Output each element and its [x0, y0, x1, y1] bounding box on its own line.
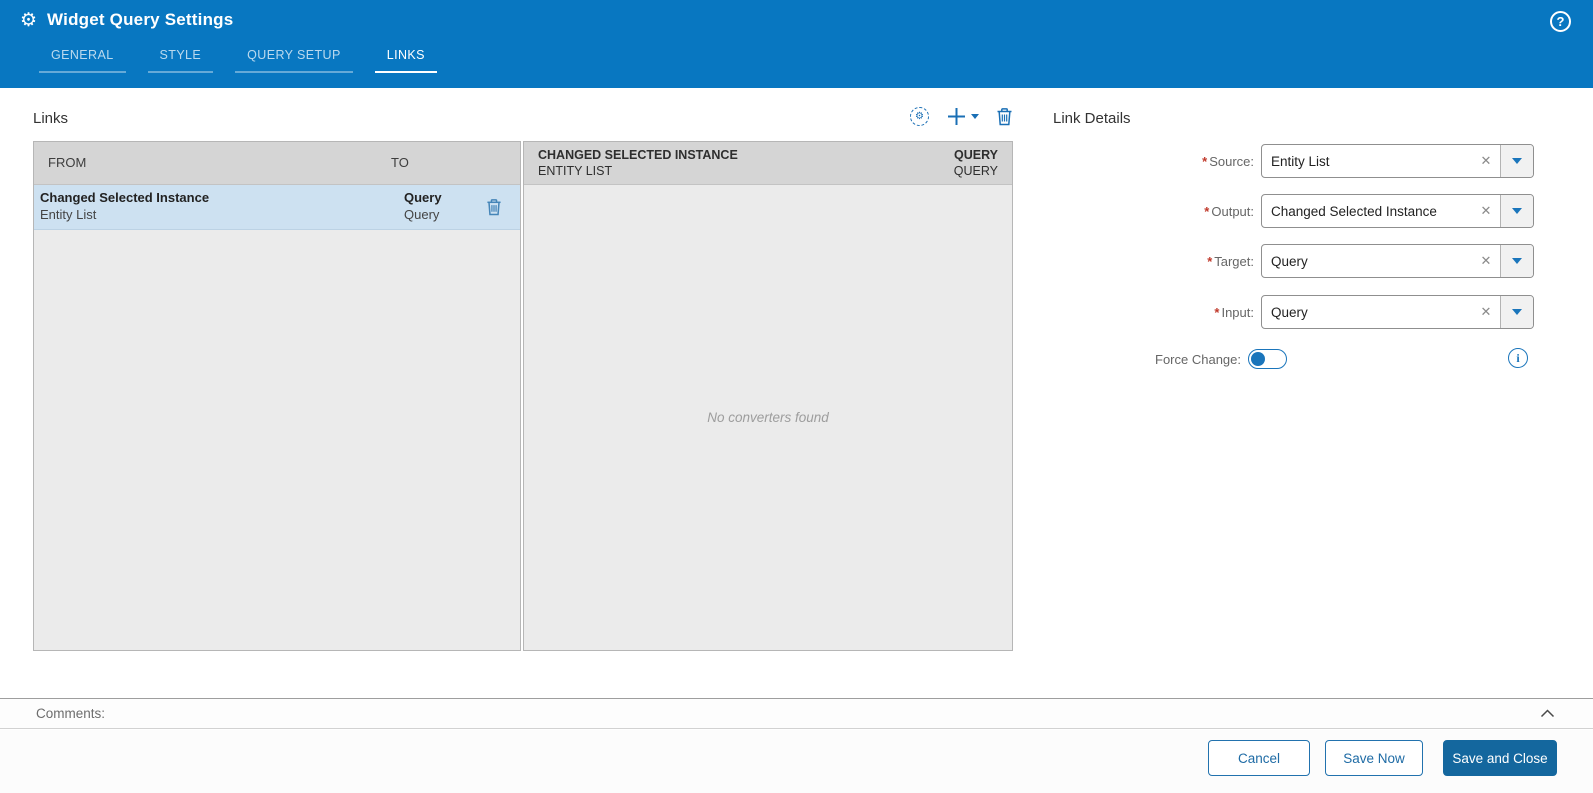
column-header-to: TO	[391, 155, 409, 170]
source-field-row: * Source: Entity List ✕	[1053, 144, 1534, 178]
input-field-row: * Input: Query ✕	[1053, 295, 1534, 329]
row-to-cell: Query Query	[404, 190, 442, 223]
footer-bar: Cancel Save Now Save and Close	[0, 730, 1593, 793]
force-change-toggle[interactable]	[1248, 349, 1287, 369]
tab-bar: GENERAL STYLE QUERY SETUP LINKS	[39, 45, 459, 73]
output-clear-icon[interactable]: ✕	[1472, 195, 1500, 227]
links-table: FROM TO Changed Selected Instance Entity…	[33, 141, 521, 651]
required-asterisk: *	[1202, 153, 1208, 169]
add-link-button[interactable]	[946, 106, 979, 127]
auto-link-icon[interactable]: ⚙	[910, 107, 929, 126]
converters-header: CHANGED SELECTED INSTANCE ENTITY LIST QU…	[524, 142, 1012, 185]
converters-from-widget: ENTITY LIST	[538, 164, 613, 178]
comments-label: Comments:	[36, 706, 106, 721]
column-header-from: FROM	[48, 155, 87, 170]
row-to-input: Query	[404, 190, 442, 205]
input-dropdown-button[interactable]	[1500, 296, 1533, 328]
help-glyph: ?	[1556, 14, 1565, 29]
required-asterisk: *	[1204, 203, 1210, 219]
tab-general[interactable]: GENERAL	[39, 45, 126, 73]
table-row[interactable]: Changed Selected Instance Entity List Qu…	[34, 185, 520, 230]
source-label: * Source:	[1202, 153, 1254, 169]
links-table-header: FROM TO	[34, 142, 520, 185]
chevron-down-icon	[1512, 309, 1522, 315]
target-clear-icon[interactable]: ✕	[1472, 245, 1500, 277]
dialog-titlebar: ⚙ Widget Query Settings ? GENERAL STYLE …	[0, 0, 1593, 88]
save-now-button[interactable]: Save Now	[1325, 740, 1423, 776]
chevron-down-icon	[1512, 258, 1522, 264]
delete-link-icon[interactable]	[996, 107, 1013, 126]
input-input[interactable]: Query	[1262, 296, 1472, 328]
source-combobox: Entity List ✕	[1261, 144, 1534, 178]
required-asterisk: *	[1207, 253, 1213, 269]
info-glyph: i	[1516, 350, 1520, 365]
target-dropdown-button[interactable]	[1500, 245, 1533, 277]
chevron-down-icon	[1512, 158, 1522, 164]
gear-icon: ⚙	[20, 9, 38, 31]
target-label: * Target:	[1207, 253, 1254, 269]
chevron-down-icon	[1512, 208, 1522, 214]
input-combobox: Query ✕	[1261, 295, 1534, 329]
output-field-row: * Output: Changed Selected Instance ✕	[1053, 194, 1534, 228]
tab-style[interactable]: STYLE	[147, 45, 214, 73]
row-from-widget: Entity List	[40, 206, 97, 222]
row-from-cell: Changed Selected Instance Entity List	[40, 190, 209, 223]
row-delete-icon[interactable]	[486, 198, 502, 216]
source-input[interactable]: Entity List	[1262, 145, 1472, 177]
input-label: * Input:	[1214, 304, 1254, 320]
output-dropdown-button[interactable]	[1500, 195, 1533, 227]
chevron-up-icon[interactable]	[1540, 709, 1555, 718]
row-to-widget: Query	[404, 206, 440, 222]
output-label: * Output:	[1204, 203, 1254, 219]
plus-icon[interactable]	[946, 106, 967, 127]
cancel-button[interactable]: Cancel	[1208, 740, 1310, 776]
source-clear-icon[interactable]: ✕	[1472, 145, 1500, 177]
source-dropdown-button[interactable]	[1500, 145, 1533, 177]
force-change-row: Force Change:	[1053, 349, 1534, 369]
links-toolbar: ⚙	[893, 103, 1013, 130]
link-details-title: Link Details	[1053, 110, 1131, 127]
help-icon[interactable]: ?	[1550, 11, 1571, 32]
links-section-title: Links	[33, 110, 69, 127]
row-from-output: Changed Selected Instance	[40, 190, 210, 205]
output-input[interactable]: Changed Selected Instance	[1262, 195, 1472, 227]
input-clear-icon[interactable]: ✕	[1472, 296, 1500, 328]
tab-links[interactable]: LINKS	[374, 45, 437, 73]
output-combobox: Changed Selected Instance ✕	[1261, 194, 1534, 228]
comments-bar[interactable]: Comments:	[0, 698, 1593, 729]
empty-converters-message: No converters found	[707, 410, 829, 425]
info-icon[interactable]: i	[1508, 348, 1528, 368]
target-combobox: Query ✕	[1261, 244, 1534, 278]
save-and-close-button[interactable]: Save and Close	[1443, 740, 1557, 776]
page-title: Widget Query Settings	[47, 10, 234, 29]
target-input[interactable]: Query	[1262, 245, 1472, 277]
target-field-row: * Target: Query ✕	[1053, 244, 1534, 278]
tab-query-setup[interactable]: QUERY SETUP	[235, 45, 353, 73]
force-change-label: Force Change:	[1155, 351, 1241, 367]
required-asterisk: *	[1214, 304, 1220, 320]
converters-to-input: QUERY	[954, 148, 998, 162]
converters-to-widget: QUERY	[953, 164, 998, 178]
add-dropdown-caret-icon[interactable]	[971, 114, 979, 119]
converters-from-output: CHANGED SELECTED INSTANCE	[538, 148, 738, 162]
toggle-knob	[1251, 351, 1265, 366]
auto-link-gear-glyph: ⚙	[915, 111, 924, 122]
converters-body: No converters found	[524, 185, 1012, 650]
converters-panel: CHANGED SELECTED INSTANCE ENTITY LIST QU…	[523, 141, 1013, 651]
